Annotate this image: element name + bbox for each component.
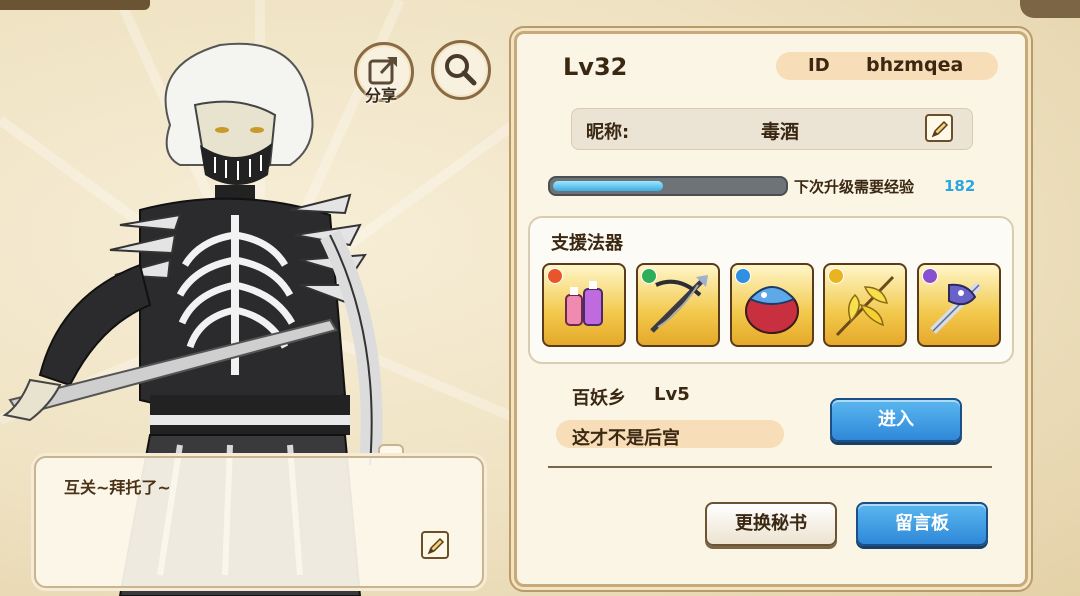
signature-text: 互关~拜托了~ <box>64 478 171 497</box>
dark-element-icon <box>922 268 938 284</box>
search-icon <box>445 54 477 86</box>
id-label: ID <box>808 55 830 76</box>
edit-nickname-button[interactable] <box>925 114 953 142</box>
enter-guild-button[interactable]: 进入 <box>830 398 962 442</box>
player-level: Lv32 <box>563 53 628 81</box>
guild-name: 百妖乡 <box>572 388 626 409</box>
exp-progress-fill <box>553 181 663 191</box>
divider <box>548 466 992 468</box>
support-item-3[interactable] <box>730 263 814 347</box>
wind-element-icon <box>641 268 657 284</box>
edit-signature-button[interactable] <box>421 531 449 559</box>
support-item-1[interactable] <box>542 263 626 347</box>
exp-progress-bar <box>548 176 788 196</box>
support-item-4[interactable] <box>823 263 907 347</box>
swap-secretary-button[interactable]: 更换秘书 <box>705 502 837 546</box>
pencil-icon <box>427 537 445 555</box>
exp-label: 下次升级需要经验 <box>794 178 915 196</box>
support-artifacts-title: 支援法器 <box>551 233 623 254</box>
guild-motto: 这才不是后宫 <box>572 428 680 449</box>
light-element-icon <box>828 268 844 284</box>
support-item-5[interactable] <box>917 263 1001 347</box>
search-button[interactable] <box>431 40 491 100</box>
id-value: bhzmqea <box>866 54 964 76</box>
corner-decoration <box>1020 0 1080 18</box>
exp-value: 182 <box>944 177 976 195</box>
corner-decoration <box>0 0 150 10</box>
fire-element-icon <box>547 268 563 284</box>
pencil-icon <box>931 120 949 138</box>
share-label: 分享 <box>364 86 397 105</box>
nickname-label: 昵称: <box>586 122 630 143</box>
guild-level: Lv5 <box>654 384 690 405</box>
nickname-value: 毒酒 <box>760 121 799 143</box>
water-element-icon <box>735 268 751 284</box>
support-item-2[interactable] <box>636 263 720 347</box>
message-board-button[interactable]: 留言板 <box>856 502 988 546</box>
